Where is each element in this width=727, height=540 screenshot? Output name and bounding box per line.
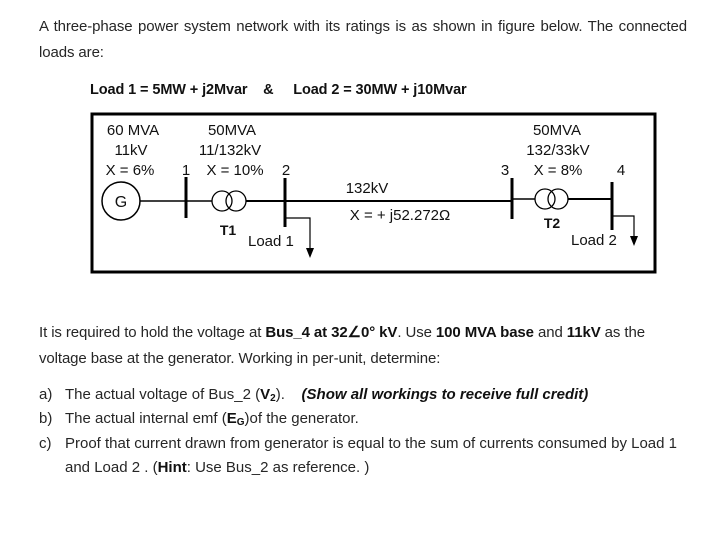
t1-voltage: 11/132kV (199, 142, 261, 159)
question-b: b) The actual internal emf (EG)of the gen… (39, 407, 689, 435)
question-c-after: : Use Bus_2 as reference. ) (186, 459, 370, 476)
question-c-hint: Hint (157, 459, 187, 476)
gen-rating: 60 MVA (107, 122, 159, 139)
bus-3-label: 3 (501, 162, 509, 179)
t2-voltage: 132/33kV (526, 142, 589, 159)
question-b-after: )of the generator. (244, 410, 359, 427)
bus-2-label: 2 (282, 162, 290, 179)
line-voltage: 132kV (346, 180, 389, 197)
single-line-diagram: 60 MVA 11kV X = 6% G 1 50MVA 11/132kV X … (90, 112, 657, 274)
question-c-label: c) (39, 435, 52, 452)
gen-reactance: X = 6% (106, 162, 155, 179)
t1-transformer-coil (225, 190, 247, 212)
req-text-2: . Use (397, 324, 436, 341)
load1-arrow-icon (306, 248, 314, 258)
load1-label: Load 1 (248, 233, 294, 250)
requirement-paragraph: It is required to hold the voltage at Bu… (39, 320, 689, 372)
gen-voltage: 11kV (114, 142, 147, 159)
t1-rating: 50MVA (208, 122, 256, 139)
t2-reactance: X = 8% (534, 162, 583, 179)
line-reactance: X = + j52.272Ω (350, 207, 450, 224)
t2-label: T2 (544, 215, 561, 231)
generator-symbol: G (115, 194, 127, 211)
req-text-1: It is required to hold the voltage at (39, 324, 266, 341)
t2-rating: 50MVA (533, 122, 581, 139)
question-b-text: The actual internal emf ( (65, 410, 227, 427)
t1-label: T1 (220, 222, 237, 238)
question-a-label: a) (39, 386, 53, 403)
question-c: c) Proof that current drawn from generato… (39, 432, 689, 480)
question-a-symbol: V (260, 386, 271, 403)
req-bus4-voltage: Bus_4 at 32∠0° kV (265, 324, 398, 341)
question-a-note: (Show all workings to receive full credi… (301, 386, 589, 403)
question-a-text: The actual voltage of Bus_2 ( (65, 386, 261, 403)
question-b-label: b) (39, 410, 53, 427)
question-b-symbol: E (226, 410, 237, 427)
load2-label: Load 2 (571, 232, 617, 249)
bus-4-label: 4 (617, 162, 625, 179)
t2-transformer-coil (547, 188, 569, 210)
question-b-subscript: G (236, 417, 245, 428)
req-base-kv: 11kV (566, 324, 601, 341)
t2-transformer-icon (534, 188, 556, 210)
req-text-3: and (533, 324, 567, 341)
question-a-after: ). (275, 386, 285, 403)
req-base-mva: 100 MVA base (435, 324, 534, 341)
t1-reactance: X = 10% (206, 162, 263, 179)
bus-1-label: 1 (182, 162, 190, 179)
load2-arrow-icon (630, 236, 638, 246)
